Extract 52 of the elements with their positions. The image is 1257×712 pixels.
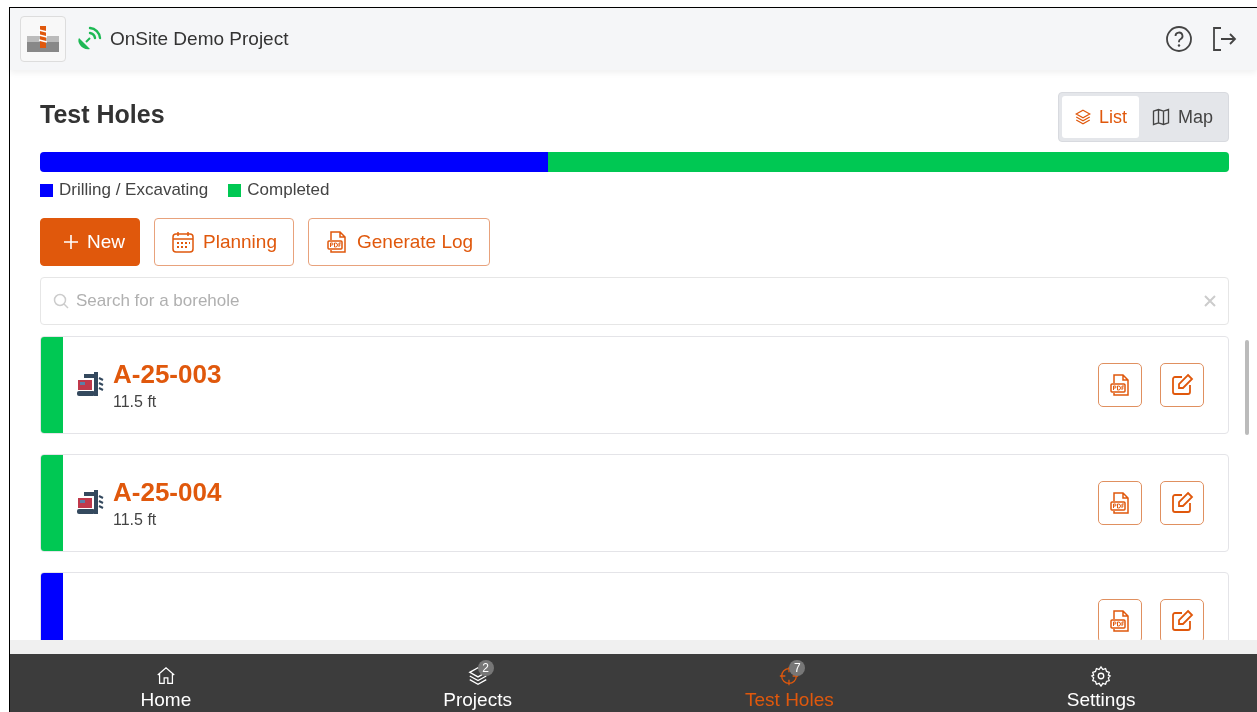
nav-tab[interactable]: 7 Test Holes — [633, 654, 946, 712]
calendar-icon — [171, 230, 195, 254]
nav-label: Projects — [443, 689, 512, 711]
pdf-icon — [1108, 373, 1132, 397]
count-badge: 2 — [477, 660, 494, 676]
edit-button[interactable] — [1160, 481, 1204, 525]
edit-icon — [1170, 373, 1194, 397]
count-badge: 7 — [789, 660, 806, 676]
pdf-button[interactable] — [1098, 363, 1142, 407]
layers-icon — [466, 665, 489, 687]
nav-tab[interactable]: 2 Projects — [321, 654, 634, 712]
borehole-card[interactable]: A-25-003 11.5 ft — [40, 336, 1229, 434]
search-box[interactable]: Search for a borehole — [40, 277, 1229, 325]
project-title: OnSite Demo Project — [110, 28, 289, 50]
logout-icon[interactable] — [1211, 25, 1237, 53]
view-tab[interactable]: Map — [1139, 96, 1225, 138]
pdf-button[interactable] — [1098, 599, 1142, 640]
home-icon — [154, 665, 177, 687]
map-icon — [1151, 107, 1171, 127]
borehole-depth: 11.5 ft — [113, 393, 158, 411]
plus-icon — [63, 234, 79, 250]
nav-tab[interactable]: Settings — [945, 654, 1257, 712]
borehole-name[interactable]: A-25-003 — [113, 359, 222, 390]
edit-button[interactable] — [1160, 363, 1204, 407]
app-logo — [20, 16, 66, 62]
pdf-icon — [324, 230, 349, 254]
page-title: Test Holes — [40, 100, 165, 129]
nav-label: Test Holes — [745, 689, 834, 711]
borehole-depth: 11.5 ft — [113, 511, 158, 529]
crosshair-icon — [778, 665, 801, 687]
action-button[interactable]: Planning — [154, 218, 294, 266]
settings-icon — [1090, 665, 1113, 687]
action-button[interactable]: Generate Log — [307, 218, 491, 266]
pdf-button[interactable] — [1098, 481, 1142, 525]
nav-label: Settings — [1066, 689, 1136, 711]
nav-tab[interactable]: Home — [10, 654, 322, 712]
pdf-icon — [1108, 491, 1132, 515]
view-tab[interactable]: List — [1061, 96, 1139, 138]
action-button[interactable]: New — [40, 218, 140, 266]
help-icon[interactable] — [1165, 25, 1193, 53]
nav-label: Home — [140, 689, 192, 711]
pdf-icon — [1108, 609, 1132, 633]
borehole-name[interactable]: A-25-004 — [113, 477, 222, 508]
legend-label: Drilling / Excavating — [59, 180, 209, 200]
borehole-card[interactable]: A-25-004 11.5 ft — [40, 454, 1229, 552]
legend-label: Completed — [247, 180, 330, 200]
edit-icon — [1170, 609, 1194, 633]
satellite-dish-icon — [76, 26, 102, 52]
edit-button[interactable] — [1160, 599, 1204, 640]
layers-icon — [1073, 108, 1092, 126]
edit-icon — [1170, 491, 1194, 515]
search-icon — [53, 293, 69, 309]
